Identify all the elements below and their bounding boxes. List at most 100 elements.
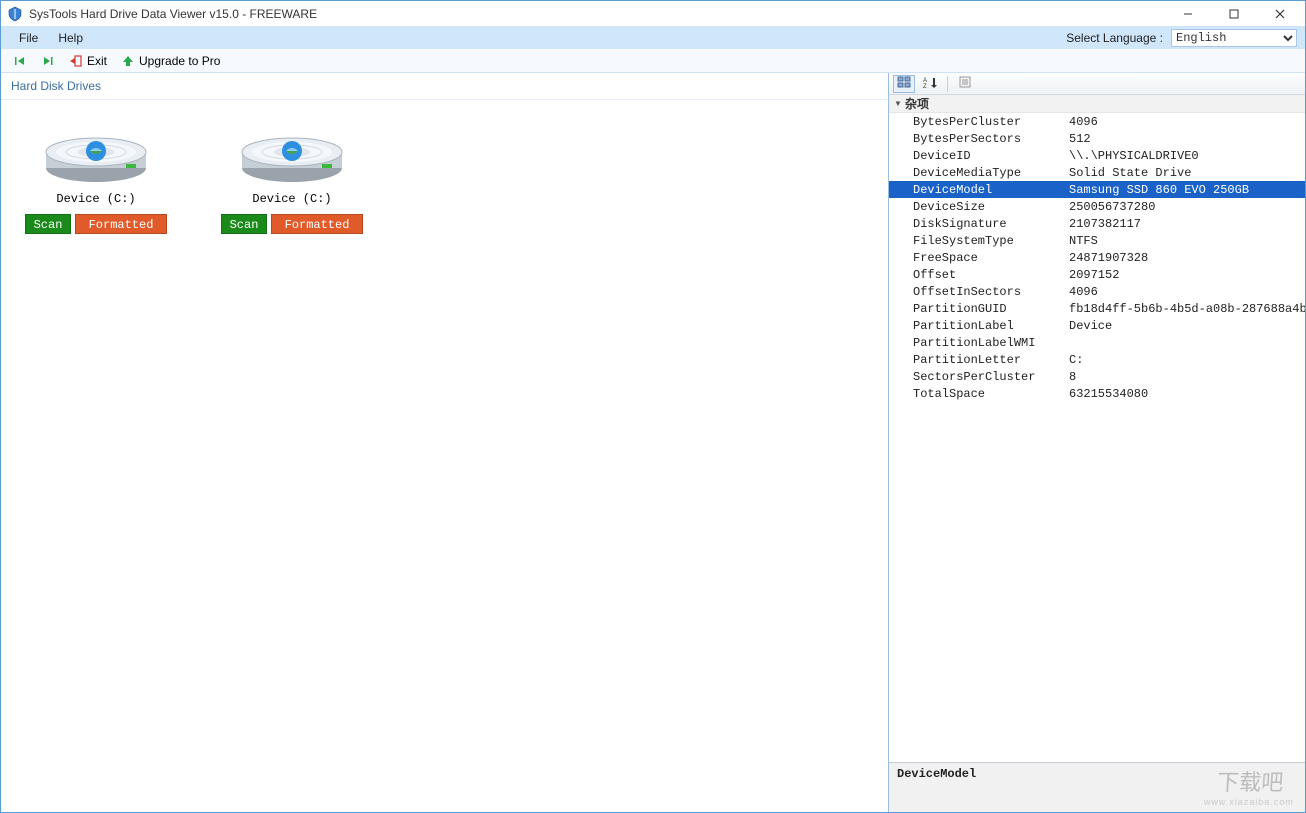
svg-text:Z: Z (923, 84, 927, 88)
property-value: Solid State Drive (1069, 166, 1305, 180)
left-panel: Hard Disk Drives Device (C:) Scan Format… (1, 73, 889, 812)
property-row[interactable]: PartitionLetterC: (889, 351, 1305, 368)
property-row[interactable]: PartitionLabelWMI (889, 334, 1305, 351)
property-value: Samsung SSD 860 EVO 250GB (1069, 183, 1305, 197)
property-value: Device (1069, 319, 1305, 333)
property-pages-icon (958, 76, 972, 91)
property-row[interactable]: PartitionLabelDevice (889, 317, 1305, 334)
property-key: SectorsPerCluster (889, 370, 1069, 384)
property-category-row[interactable]: ▾杂项 (889, 95, 1305, 113)
drives-area: Device (C:) Scan Formatted Device (C:) S… (1, 99, 888, 812)
titlebar: SysTools Hard Drive Data Viewer v15.0 - … (1, 1, 1305, 27)
property-value: 8 (1069, 370, 1305, 384)
drive-item[interactable]: Device (C:) Scan Formatted (21, 110, 171, 234)
drive-buttons: Scan Formatted (217, 214, 367, 234)
property-row[interactable]: SectorsPerCluster8 (889, 368, 1305, 385)
property-key: DeviceMediaType (889, 166, 1069, 180)
property-value: fb18d4ff-5b6b-4b5d-a08b-287688a4bedf (1069, 302, 1305, 316)
property-key: FreeSpace (889, 251, 1069, 265)
property-key: DeviceSize (889, 200, 1069, 214)
property-row[interactable]: PartitionGUIDfb18d4ff-5b6b-4b5d-a08b-287… (889, 300, 1305, 317)
toolbar: Exit Upgrade to Pro (1, 49, 1305, 73)
menubar: File Help Select Language : English (1, 27, 1305, 49)
hard-drive-icon (237, 122, 347, 186)
upgrade-button[interactable]: Upgrade to Pro (117, 52, 224, 70)
property-row[interactable]: TotalSpace63215534080 (889, 385, 1305, 402)
maximize-button[interactable] (1211, 1, 1257, 27)
property-key: DiskSignature (889, 217, 1069, 231)
property-key: DeviceModel (889, 183, 1069, 197)
property-value: 4096 (1069, 115, 1305, 129)
menu-help[interactable]: Help (48, 29, 93, 47)
property-row[interactable]: OffsetInSectors4096 (889, 283, 1305, 300)
menu-file[interactable]: File (9, 29, 48, 47)
property-value: 63215534080 (1069, 387, 1305, 401)
left-panel-header: Hard Disk Drives (1, 73, 888, 99)
close-button[interactable] (1257, 1, 1303, 27)
exit-icon (69, 54, 83, 68)
alphabetical-icon: AZ (923, 76, 937, 91)
main: Hard Disk Drives Device (C:) Scan Format… (1, 73, 1305, 812)
property-row[interactable]: DiskSignature2107382117 (889, 215, 1305, 232)
property-row[interactable]: DeviceSize250056737280 (889, 198, 1305, 215)
property-row[interactable]: BytesPerCluster4096 (889, 113, 1305, 130)
window-controls (1165, 1, 1303, 27)
exit-label: Exit (87, 54, 107, 68)
property-key: Offset (889, 268, 1069, 282)
property-key: PartitionLabelWMI (889, 336, 1069, 350)
property-key: PartitionGUID (889, 302, 1069, 316)
alphabetical-view-button[interactable]: AZ (919, 75, 941, 93)
hard-drive-icon (41, 122, 151, 186)
property-key: DeviceID (889, 149, 1069, 163)
nav-first-icon (13, 54, 27, 68)
nav-first-button[interactable] (9, 52, 31, 70)
drive-label: Device (C:) (217, 192, 367, 206)
drive-label: Device (C:) (21, 192, 171, 206)
app-icon (7, 6, 23, 22)
exit-button[interactable]: Exit (65, 52, 111, 70)
property-pages-button[interactable] (954, 75, 976, 93)
property-row[interactable]: DeviceMediaTypeSolid State Drive (889, 164, 1305, 181)
drive-buttons: Scan Formatted (21, 214, 171, 234)
property-row[interactable]: BytesPerSectors512 (889, 130, 1305, 147)
drive-item[interactable]: Device (C:) Scan Formatted (217, 110, 367, 234)
property-key: PartitionLetter (889, 353, 1069, 367)
property-description-key: DeviceModel (897, 767, 1297, 781)
formatted-button[interactable]: Formatted (271, 214, 363, 234)
formatted-button[interactable]: Formatted (75, 214, 167, 234)
property-value: 250056737280 (1069, 200, 1305, 214)
property-value: 512 (1069, 132, 1305, 146)
scan-button[interactable]: Scan (221, 214, 267, 234)
right-panel: AZ ▾杂项BytesPerCluster4096BytesPerSectors… (889, 73, 1305, 812)
property-key: OffsetInSectors (889, 285, 1069, 299)
language-select[interactable]: English (1171, 29, 1297, 47)
categorized-view-button[interactable] (893, 75, 915, 93)
nav-last-icon (41, 54, 55, 68)
property-key: BytesPerSectors (889, 132, 1069, 146)
toolbar-separator (947, 76, 948, 92)
property-row[interactable]: FileSystemTypeNTFS (889, 232, 1305, 249)
property-row[interactable]: Offset2097152 (889, 266, 1305, 283)
select-language-label: Select Language : (1066, 31, 1163, 45)
collapse-toggle-icon[interactable]: ▾ (891, 96, 905, 111)
upgrade-icon (121, 54, 135, 68)
window-title: SysTools Hard Drive Data Viewer v15.0 - … (29, 7, 317, 21)
property-value: C: (1069, 353, 1305, 367)
property-grid-toolbar: AZ (889, 73, 1305, 95)
scan-button[interactable]: Scan (25, 214, 71, 234)
property-value: 4096 (1069, 285, 1305, 299)
property-key: PartitionLabel (889, 319, 1069, 333)
minimize-button[interactable] (1165, 1, 1211, 27)
property-description-panel: DeviceModel (889, 762, 1305, 812)
property-row[interactable]: DeviceID\\.\PHYSICALDRIVE0 (889, 147, 1305, 164)
property-key: TotalSpace (889, 387, 1069, 401)
property-row[interactable]: DeviceModelSamsung SSD 860 EVO 250GB (889, 181, 1305, 198)
property-value: 24871907328 (1069, 251, 1305, 265)
property-key: BytesPerCluster (889, 115, 1069, 129)
nav-last-button[interactable] (37, 52, 59, 70)
property-row[interactable]: FreeSpace24871907328 (889, 249, 1305, 266)
property-key: FileSystemType (889, 234, 1069, 248)
category-label: 杂项 (905, 95, 929, 112)
property-grid[interactable]: ▾杂项BytesPerCluster4096BytesPerSectors512… (889, 95, 1305, 762)
upgrade-label: Upgrade to Pro (139, 54, 220, 68)
